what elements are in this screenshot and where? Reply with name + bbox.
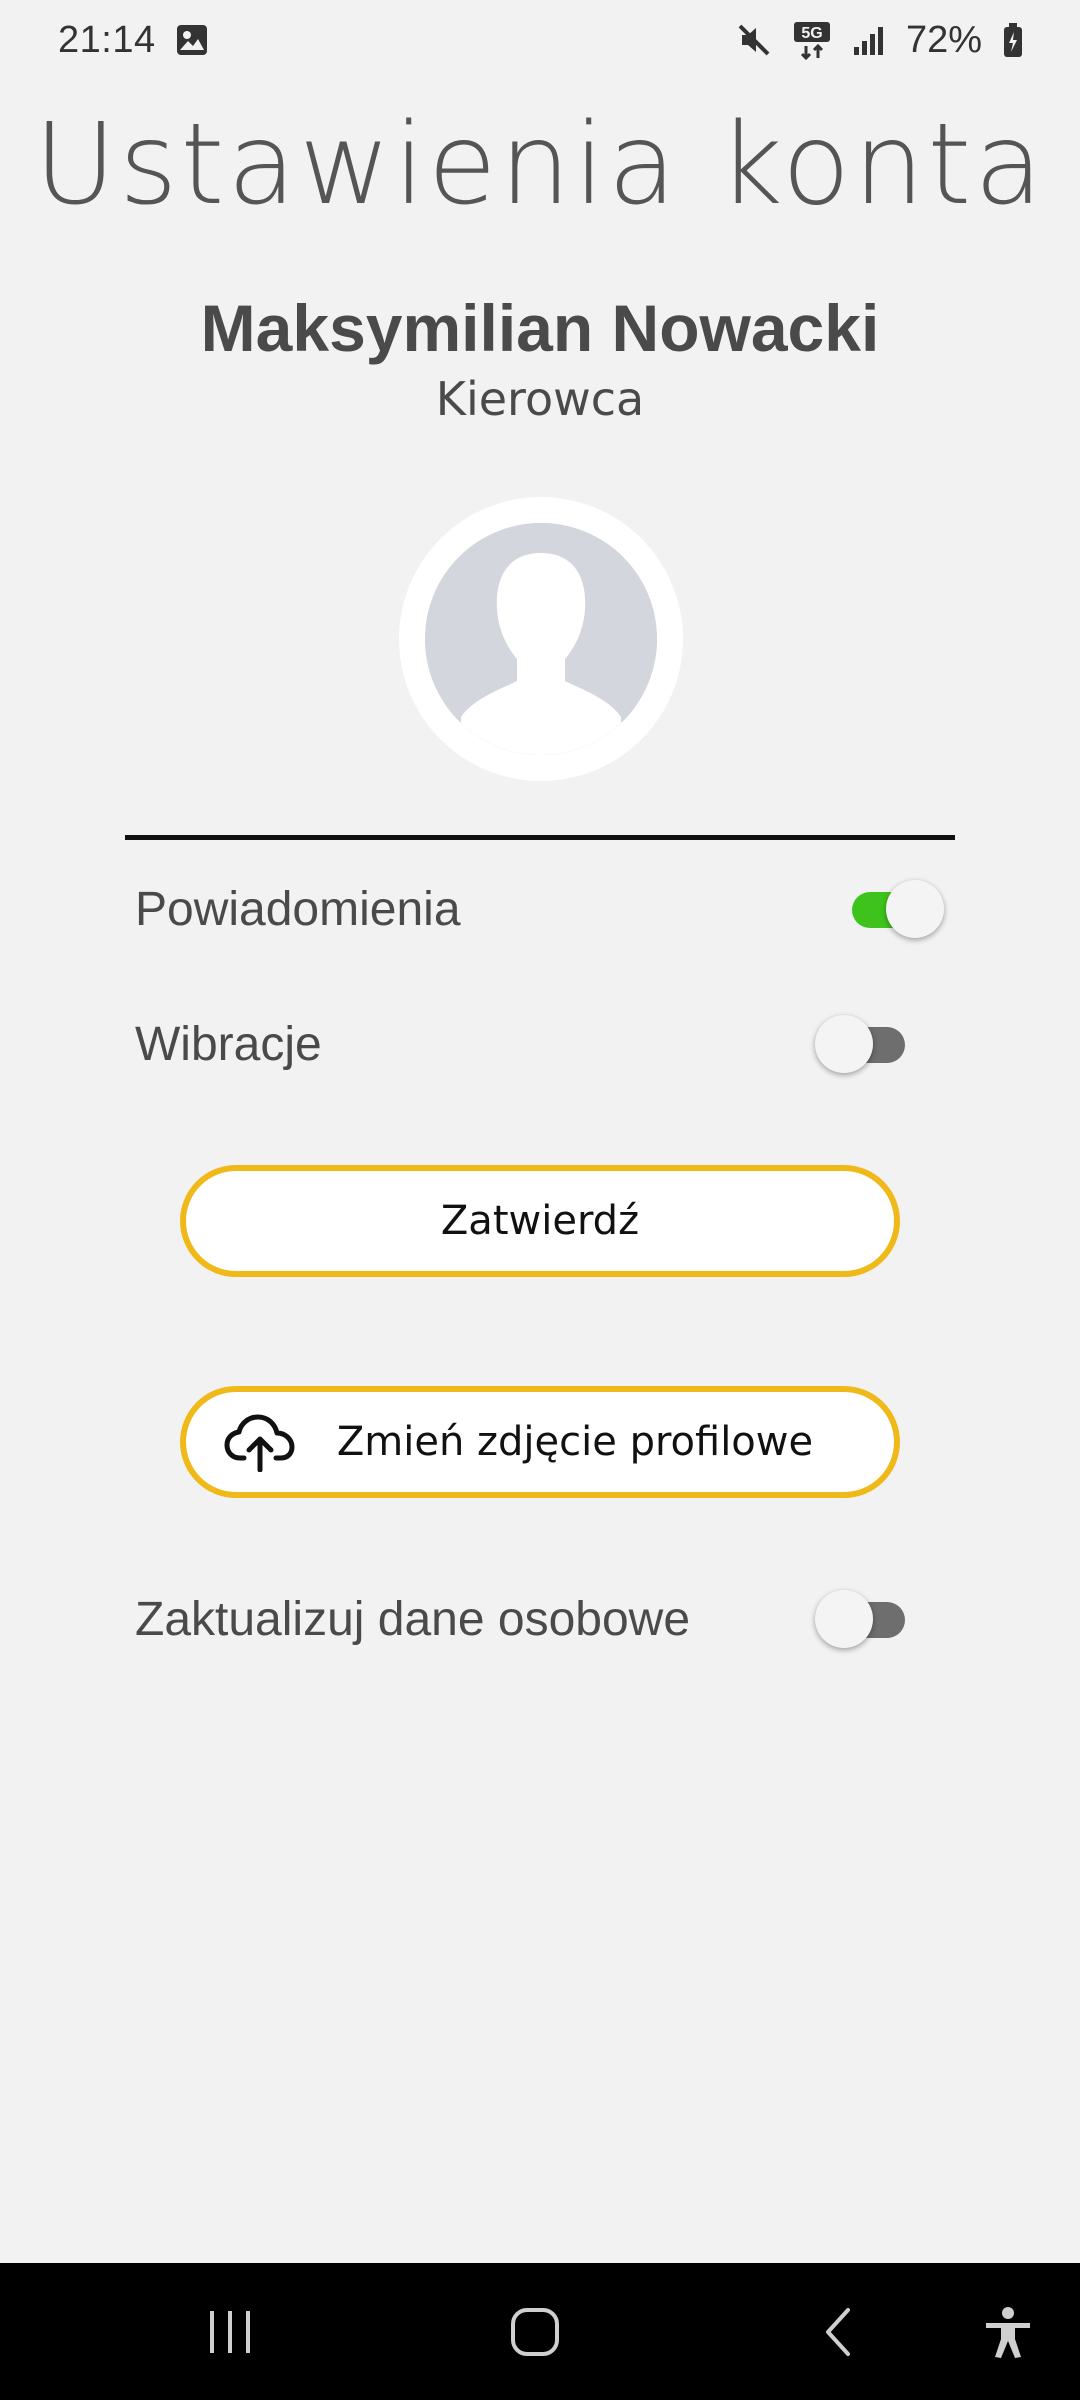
battery-percent: 72% xyxy=(905,18,982,61)
svg-text:5G: 5G xyxy=(801,25,822,42)
battery-icon xyxy=(1002,22,1024,58)
vibrations-row: Wibracje xyxy=(135,999,935,1089)
divider xyxy=(125,835,955,840)
notifications-row: Powiadomienia xyxy=(135,864,944,954)
mute-icon xyxy=(736,22,772,58)
5g-icon: 5G xyxy=(792,20,832,60)
notifications-label: Powiadomienia xyxy=(135,882,461,936)
toggle-thumb xyxy=(886,880,944,938)
account-settings-screen: 21:14 5G 72% Ustawienia konta Maksymilia… xyxy=(0,0,1080,2400)
user-name: Maksymilian Nowacki xyxy=(200,291,880,365)
change-profile-photo-label: Zmień zdjęcie profilowe xyxy=(336,1419,814,1465)
vibrations-label: Wibracje xyxy=(135,1017,322,1071)
avatar-placeholder-icon xyxy=(425,523,657,755)
change-profile-photo-button[interactable]: Zmień zdjęcie profilowe xyxy=(180,1386,900,1498)
notifications-toggle[interactable] xyxy=(842,879,944,939)
status-bar: 21:14 5G 72% xyxy=(0,0,1080,80)
avatar xyxy=(399,497,683,781)
home-icon[interactable] xyxy=(505,2305,565,2359)
status-right: 5G 72% xyxy=(736,19,1024,62)
confirm-button-label: Zatwierdź xyxy=(440,1198,640,1244)
cloud-upload-icon xyxy=(224,1414,296,1473)
gallery-icon xyxy=(176,24,208,56)
vibrations-toggle[interactable] xyxy=(815,1014,915,1074)
recent-apps-icon[interactable] xyxy=(200,2305,260,2359)
navigation-bar xyxy=(0,2263,1080,2400)
update-personal-data-row: Zaktualizuj dane osobowe xyxy=(135,1574,935,1664)
update-personal-data-toggle[interactable] xyxy=(815,1589,915,1649)
user-role: Kierowca xyxy=(435,372,645,426)
signal-icon xyxy=(852,23,886,57)
update-personal-data-label: Zaktualizuj dane osobowe xyxy=(135,1592,691,1646)
back-icon[interactable] xyxy=(810,2305,870,2359)
confirm-button[interactable]: Zatwierdź xyxy=(180,1165,900,1277)
status-left: 21:14 xyxy=(58,19,208,62)
status-time: 21:14 xyxy=(58,18,156,61)
toggle-thumb xyxy=(815,1590,873,1648)
page-title: Ustawienia konta xyxy=(34,100,1046,230)
toggle-thumb xyxy=(815,1015,873,1073)
accessibility-icon[interactable] xyxy=(978,2305,1038,2359)
